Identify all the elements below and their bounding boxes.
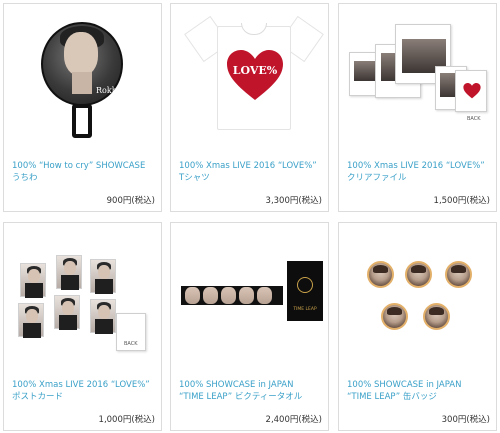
- back-label: BACK: [124, 341, 138, 347]
- postcard: [90, 259, 116, 294]
- fan-handle: [72, 104, 92, 138]
- product-card-clear-file[interactable]: BACK 100% Xmas LIVE 2016 “LOVE%” クリアファイル…: [338, 3, 497, 212]
- product-card-towel[interactable]: TIME LEAP 100% SHOWCASE in JAPAN “TIME L…: [170, 222, 329, 431]
- product-price: 1,000円(税込): [98, 415, 155, 425]
- postcard: [18, 303, 44, 338]
- towel-package-text: TIME LEAP: [293, 307, 317, 312]
- towel-photo: [257, 287, 272, 304]
- product-title[interactable]: 100% Xmas LIVE 2016 “LOVE%” Tシャツ: [179, 160, 324, 184]
- postcard: [54, 295, 80, 330]
- file-back: [455, 70, 487, 112]
- product-card-tshirt[interactable]: LOVE% 100% Xmas LIVE 2016 “LOVE%” Tシャツ 3…: [170, 3, 329, 212]
- product-image-clear-file[interactable]: BACK: [339, 4, 496, 146]
- postcard: [90, 299, 116, 334]
- product-price: 2,400円(税込): [265, 415, 322, 425]
- can-badge: [367, 261, 394, 288]
- postcard: [20, 263, 46, 298]
- can-badge: [445, 261, 472, 288]
- product-grid: Rokhyun 100% “How to cry” SHOWCASE うちわ 9…: [0, 0, 500, 433]
- product-image-uchiwa[interactable]: Rokhyun: [4, 4, 161, 146]
- product-title[interactable]: 100% Xmas LIVE 2016 “LOVE%” ポストカード: [12, 379, 157, 403]
- product-image-tshirt[interactable]: LOVE%: [171, 4, 328, 146]
- product-price: 900円(税込): [106, 196, 155, 206]
- product-card-can-badge[interactable]: 100% SHOWCASE in JAPAN “TIME LEAP” 缶バッジ …: [338, 222, 497, 431]
- can-badge: [405, 261, 432, 288]
- product-title[interactable]: 100% SHOWCASE in JAPAN “TIME LEAP” 缶バッジ: [347, 379, 492, 403]
- can-badge: [381, 303, 408, 330]
- product-price: 3,300円(税込): [265, 196, 322, 206]
- fan-face: [64, 32, 98, 76]
- towel-photo: [239, 287, 254, 304]
- product-title[interactable]: 100% Xmas LIVE 2016 “LOVE%” クリアファイル: [347, 160, 492, 184]
- towel-photo: [221, 287, 236, 304]
- product-card-uchiwa[interactable]: Rokhyun 100% “How to cry” SHOWCASE うちわ 9…: [3, 3, 162, 212]
- shirt-print-text: LOVE%: [232, 64, 278, 77]
- back-label: BACK: [467, 116, 481, 122]
- product-price: 1,500円(税込): [433, 196, 490, 206]
- product-price: 300円(税込): [441, 415, 490, 425]
- product-image-can-badge[interactable]: [339, 223, 496, 365]
- product-title[interactable]: 100% SHOWCASE in JAPAN “TIME LEAP” ビクティー…: [179, 379, 324, 403]
- towel-photo: [185, 287, 200, 304]
- can-badge: [423, 303, 450, 330]
- towel-logo-mark: [297, 277, 313, 293]
- towel-photo: [203, 287, 218, 304]
- fan-neck: [72, 72, 92, 94]
- fan-signature: Rokhyun: [96, 86, 132, 95]
- product-title[interactable]: 100% “How to cry” SHOWCASE うちわ: [12, 160, 157, 184]
- heart-icon: [463, 83, 481, 99]
- product-image-towel[interactable]: TIME LEAP: [171, 223, 328, 365]
- postcard: [56, 255, 82, 290]
- product-card-postcard[interactable]: BACK 100% Xmas LIVE 2016 “LOVE%” ポストカード …: [3, 222, 162, 431]
- product-image-postcard[interactable]: BACK: [4, 223, 161, 365]
